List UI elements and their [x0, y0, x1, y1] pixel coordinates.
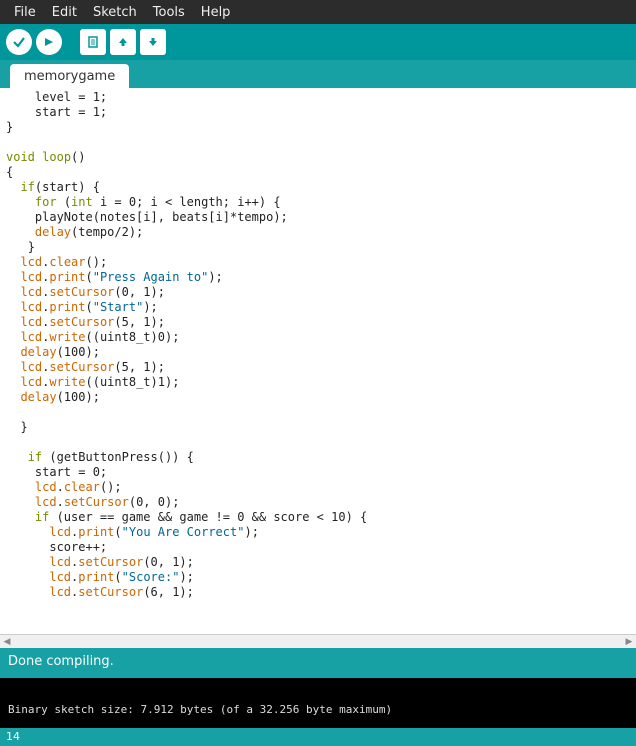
code-editor[interactable]: level = 1; start = 1; } void loop() { if…	[0, 88, 636, 634]
console-output: Binary sketch size: 7.912 bytes (of a 32…	[0, 678, 636, 728]
horizontal-scrollbar[interactable]: ◀ ▶	[0, 634, 636, 648]
open-button[interactable]	[110, 29, 136, 55]
arrow-down-icon	[146, 35, 160, 49]
arrow-up-icon	[116, 35, 130, 49]
menu-sketch[interactable]: Sketch	[85, 5, 145, 20]
verify-button[interactable]	[6, 29, 32, 55]
menu-help[interactable]: Help	[193, 5, 239, 20]
tab-bar: memorygame	[0, 60, 636, 88]
console-text: Binary sketch size: 7.912 bytes (of a 32…	[8, 703, 392, 716]
scroll-left-icon[interactable]: ◀	[0, 635, 14, 649]
check-icon	[12, 35, 26, 49]
arrow-right-icon	[42, 35, 56, 49]
line-number: 14	[6, 730, 20, 743]
file-icon	[86, 35, 100, 49]
status-message: Done compiling.	[8, 654, 114, 669]
upload-button[interactable]	[36, 29, 62, 55]
save-button[interactable]	[140, 29, 166, 55]
tab-memorygame[interactable]: memorygame	[10, 64, 129, 88]
toolbar	[0, 24, 636, 60]
scroll-right-icon[interactable]: ▶	[622, 635, 636, 649]
menubar: File Edit Sketch Tools Help	[0, 0, 636, 24]
menu-edit[interactable]: Edit	[44, 5, 85, 20]
new-button[interactable]	[80, 29, 106, 55]
menu-file[interactable]: File	[6, 5, 44, 20]
status-bar: Done compiling.	[0, 648, 636, 678]
menu-tools[interactable]: Tools	[145, 5, 193, 20]
footer-bar: 14	[0, 728, 636, 746]
